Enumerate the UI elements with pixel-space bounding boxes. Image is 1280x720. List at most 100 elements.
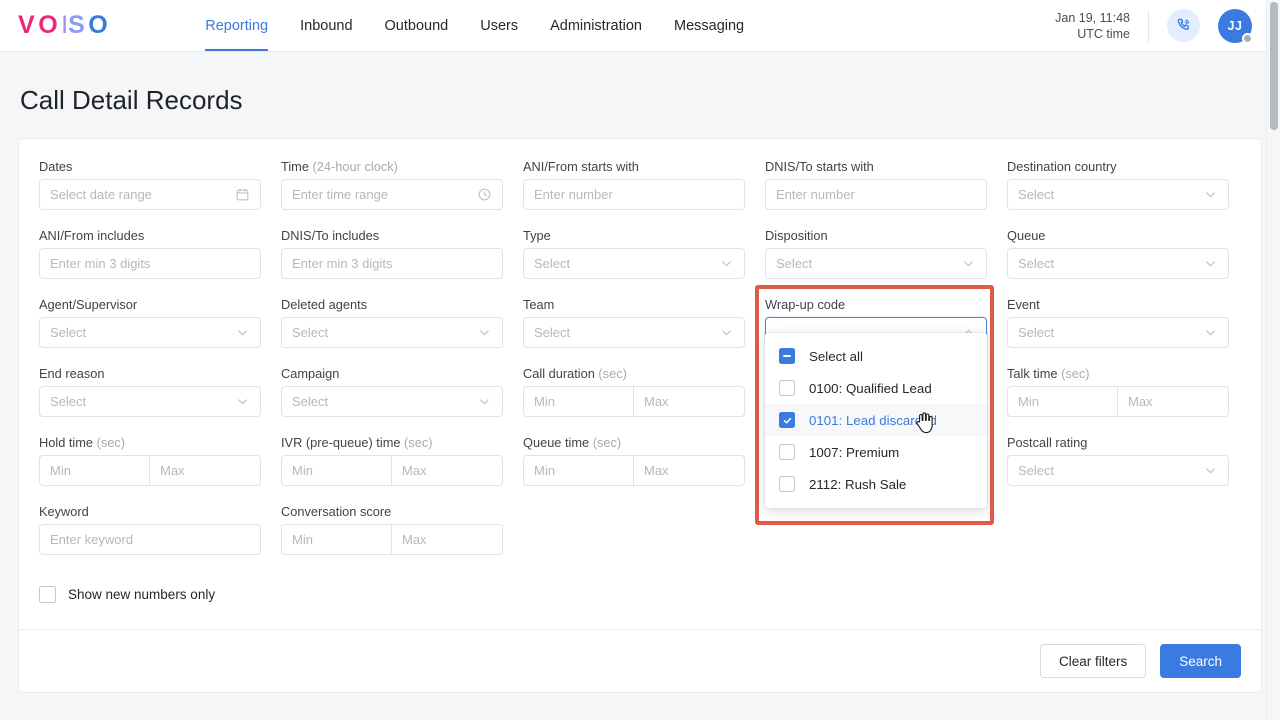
agent-supervisor-select[interactable]: Select <box>39 317 261 348</box>
ani-starts-with-input[interactable]: Enter number <box>523 179 745 210</box>
chevron-down-icon <box>1203 187 1218 202</box>
ani-includes-input[interactable]: Enter min 3 digits <box>39 248 261 279</box>
ivr-time-range: Min Max <box>281 455 503 486</box>
deleted-agents-select[interactable]: Select <box>281 317 503 348</box>
nav-label-reporting: Reporting <box>205 17 269 34</box>
disposition-select[interactable]: Select <box>765 248 987 279</box>
conversation-score-min-input[interactable]: Min <box>281 524 392 555</box>
talk-time-max-input[interactable]: Max <box>1118 386 1229 417</box>
filter-end-reason: End reason Select <box>39 366 261 426</box>
label-time-hint: (24-hour clock) <box>312 159 398 174</box>
checkbox-unchecked-icon[interactable] <box>779 380 795 396</box>
end-reason-placeholder: Select <box>50 394 87 409</box>
logo-letter-2: O <box>38 11 62 39</box>
end-reason-select[interactable]: Select <box>39 386 261 417</box>
postcall-rating-select[interactable]: Select <box>1007 455 1229 486</box>
agent-supervisor-placeholder: Select <box>50 325 87 340</box>
dropdown-option-label: Select all <box>809 348 863 364</box>
dropdown-option-2112[interactable]: 2112: Rush Sale <box>765 468 987 500</box>
nav-item-inbound[interactable]: Inbound <box>284 0 368 51</box>
label-talk-time-text: Talk time <box>1007 366 1058 381</box>
search-button[interactable]: Search <box>1160 644 1241 678</box>
destination-country-placeholder: Select <box>1018 187 1055 202</box>
team-placeholder: Select <box>534 325 571 340</box>
event-select[interactable]: Select <box>1007 317 1229 348</box>
dnis-includes-placeholder: Enter min 3 digits <box>292 256 393 271</box>
type-select[interactable]: Select <box>523 248 745 279</box>
dropdown-option-select-all[interactable]: Select all <box>765 340 987 372</box>
logo-letter-5: O <box>88 11 112 39</box>
filter-agent-supervisor: Agent/Supervisor Select <box>39 297 261 357</box>
ivr-time-min-input[interactable]: Min <box>281 455 392 486</box>
conversation-score-max-input[interactable]: Max <box>392 524 503 555</box>
avatar-status-dot <box>1242 32 1253 44</box>
dnis-includes-input[interactable]: Enter min 3 digits <box>281 248 503 279</box>
nav-label-users: Users <box>480 17 519 34</box>
talk-time-min-input[interactable]: Min <box>1007 386 1118 417</box>
clock-date: Jan 19, 11:48 <box>1055 10 1130 25</box>
checkbox-unchecked-icon[interactable] <box>779 444 795 460</box>
show-new-numbers-only-row[interactable]: Show new numbers only <box>39 586 1241 603</box>
phone-call-button[interactable] <box>1167 9 1200 42</box>
filter-deleted-agents: Deleted agents Select <box>281 297 503 357</box>
conversation-score-range: Min Max <box>281 524 503 555</box>
label-hold-time-text: Hold time <box>39 435 94 450</box>
user-avatar[interactable]: JJ <box>1218 8 1253 44</box>
dropdown-option-1007[interactable]: 1007: Premium <box>765 436 987 468</box>
time-input[interactable]: Enter time range <box>281 179 503 210</box>
hold-time-max-input[interactable]: Max <box>150 455 261 486</box>
dropdown-option-label: 0100: Qualified Lead <box>809 380 932 396</box>
filter-event: Event Select <box>1007 297 1229 357</box>
checkbox-checked-icon[interactable] <box>779 412 795 428</box>
label-time-text: Time <box>281 159 309 174</box>
call-duration-min-placeholder: Min <box>534 394 555 409</box>
wrapup-code-dropdown: Select all 0100: Qualified Lead 0101: Le… <box>765 333 987 508</box>
chevron-down-icon <box>477 394 492 409</box>
show-new-numbers-only-checkbox[interactable] <box>39 586 56 603</box>
scrollbar-thumb[interactable] <box>1270 2 1278 130</box>
call-duration-max-input[interactable]: Max <box>634 386 745 417</box>
dnis-starts-with-placeholder: Enter number <box>776 187 855 202</box>
dates-input[interactable]: Select date range <box>39 179 261 210</box>
label-dates: Dates <box>39 159 73 174</box>
checkbox-indeterminate-icon[interactable] <box>779 348 795 364</box>
dropdown-option-label: 0101: Lead discarded <box>809 412 937 428</box>
disposition-placeholder: Select <box>776 256 813 271</box>
dates-placeholder: Select date range <box>50 187 152 202</box>
dropdown-option-label: 1007: Premium <box>809 444 900 460</box>
checkbox-unchecked-icon[interactable] <box>779 476 795 492</box>
clock-zone: UTC time <box>1077 26 1130 41</box>
conversation-score-min-placeholder: Min <box>292 532 313 547</box>
filters-body: Dates Select date range Time (24-hour cl… <box>19 139 1261 629</box>
clear-filters-button[interactable]: Clear filters <box>1039 644 1147 678</box>
page-scrollbar[interactable] <box>1266 0 1280 720</box>
call-duration-max-placeholder: Max <box>644 394 669 409</box>
nav-item-messaging[interactable]: Messaging <box>658 0 760 51</box>
dropdown-option-0100[interactable]: 0100: Qualified Lead <box>765 372 987 404</box>
chevron-down-icon <box>1203 325 1218 340</box>
filter-team: Team Select <box>523 297 745 357</box>
hold-time-min-input[interactable]: Min <box>39 455 150 486</box>
event-placeholder: Select <box>1018 325 1055 340</box>
team-select[interactable]: Select <box>523 317 745 348</box>
dropdown-option-0101[interactable]: 0101: Lead discarded <box>765 404 987 436</box>
destination-country-select[interactable]: Select <box>1007 179 1229 210</box>
queue-time-min-input[interactable]: Min <box>523 455 634 486</box>
queue-time-max-input[interactable]: Max <box>634 455 745 486</box>
dnis-starts-with-input[interactable]: Enter number <box>765 179 987 210</box>
nav-label-administration: Administration <box>550 17 642 34</box>
nav-item-outbound[interactable]: Outbound <box>369 0 465 51</box>
nav-label-messaging: Messaging <box>673 17 745 34</box>
queue-select[interactable]: Select <box>1007 248 1229 279</box>
nav-item-users[interactable]: Users <box>464 0 534 51</box>
label-ivr-time: IVR (pre-queue) time (sec) <box>281 435 503 450</box>
keyword-input[interactable]: Enter keyword <box>39 524 261 555</box>
campaign-select[interactable]: Select <box>281 386 503 417</box>
call-duration-min-input[interactable]: Min <box>523 386 634 417</box>
ivr-time-max-input[interactable]: Max <box>392 455 503 486</box>
nav-item-reporting[interactable]: Reporting <box>189 0 284 51</box>
voiso-logo[interactable]: V O I S O <box>18 13 111 38</box>
label-deleted-agents: Deleted agents <box>281 297 368 312</box>
nav-item-administration[interactable]: Administration <box>534 0 658 51</box>
label-conversation-score: Conversation score <box>281 504 392 519</box>
